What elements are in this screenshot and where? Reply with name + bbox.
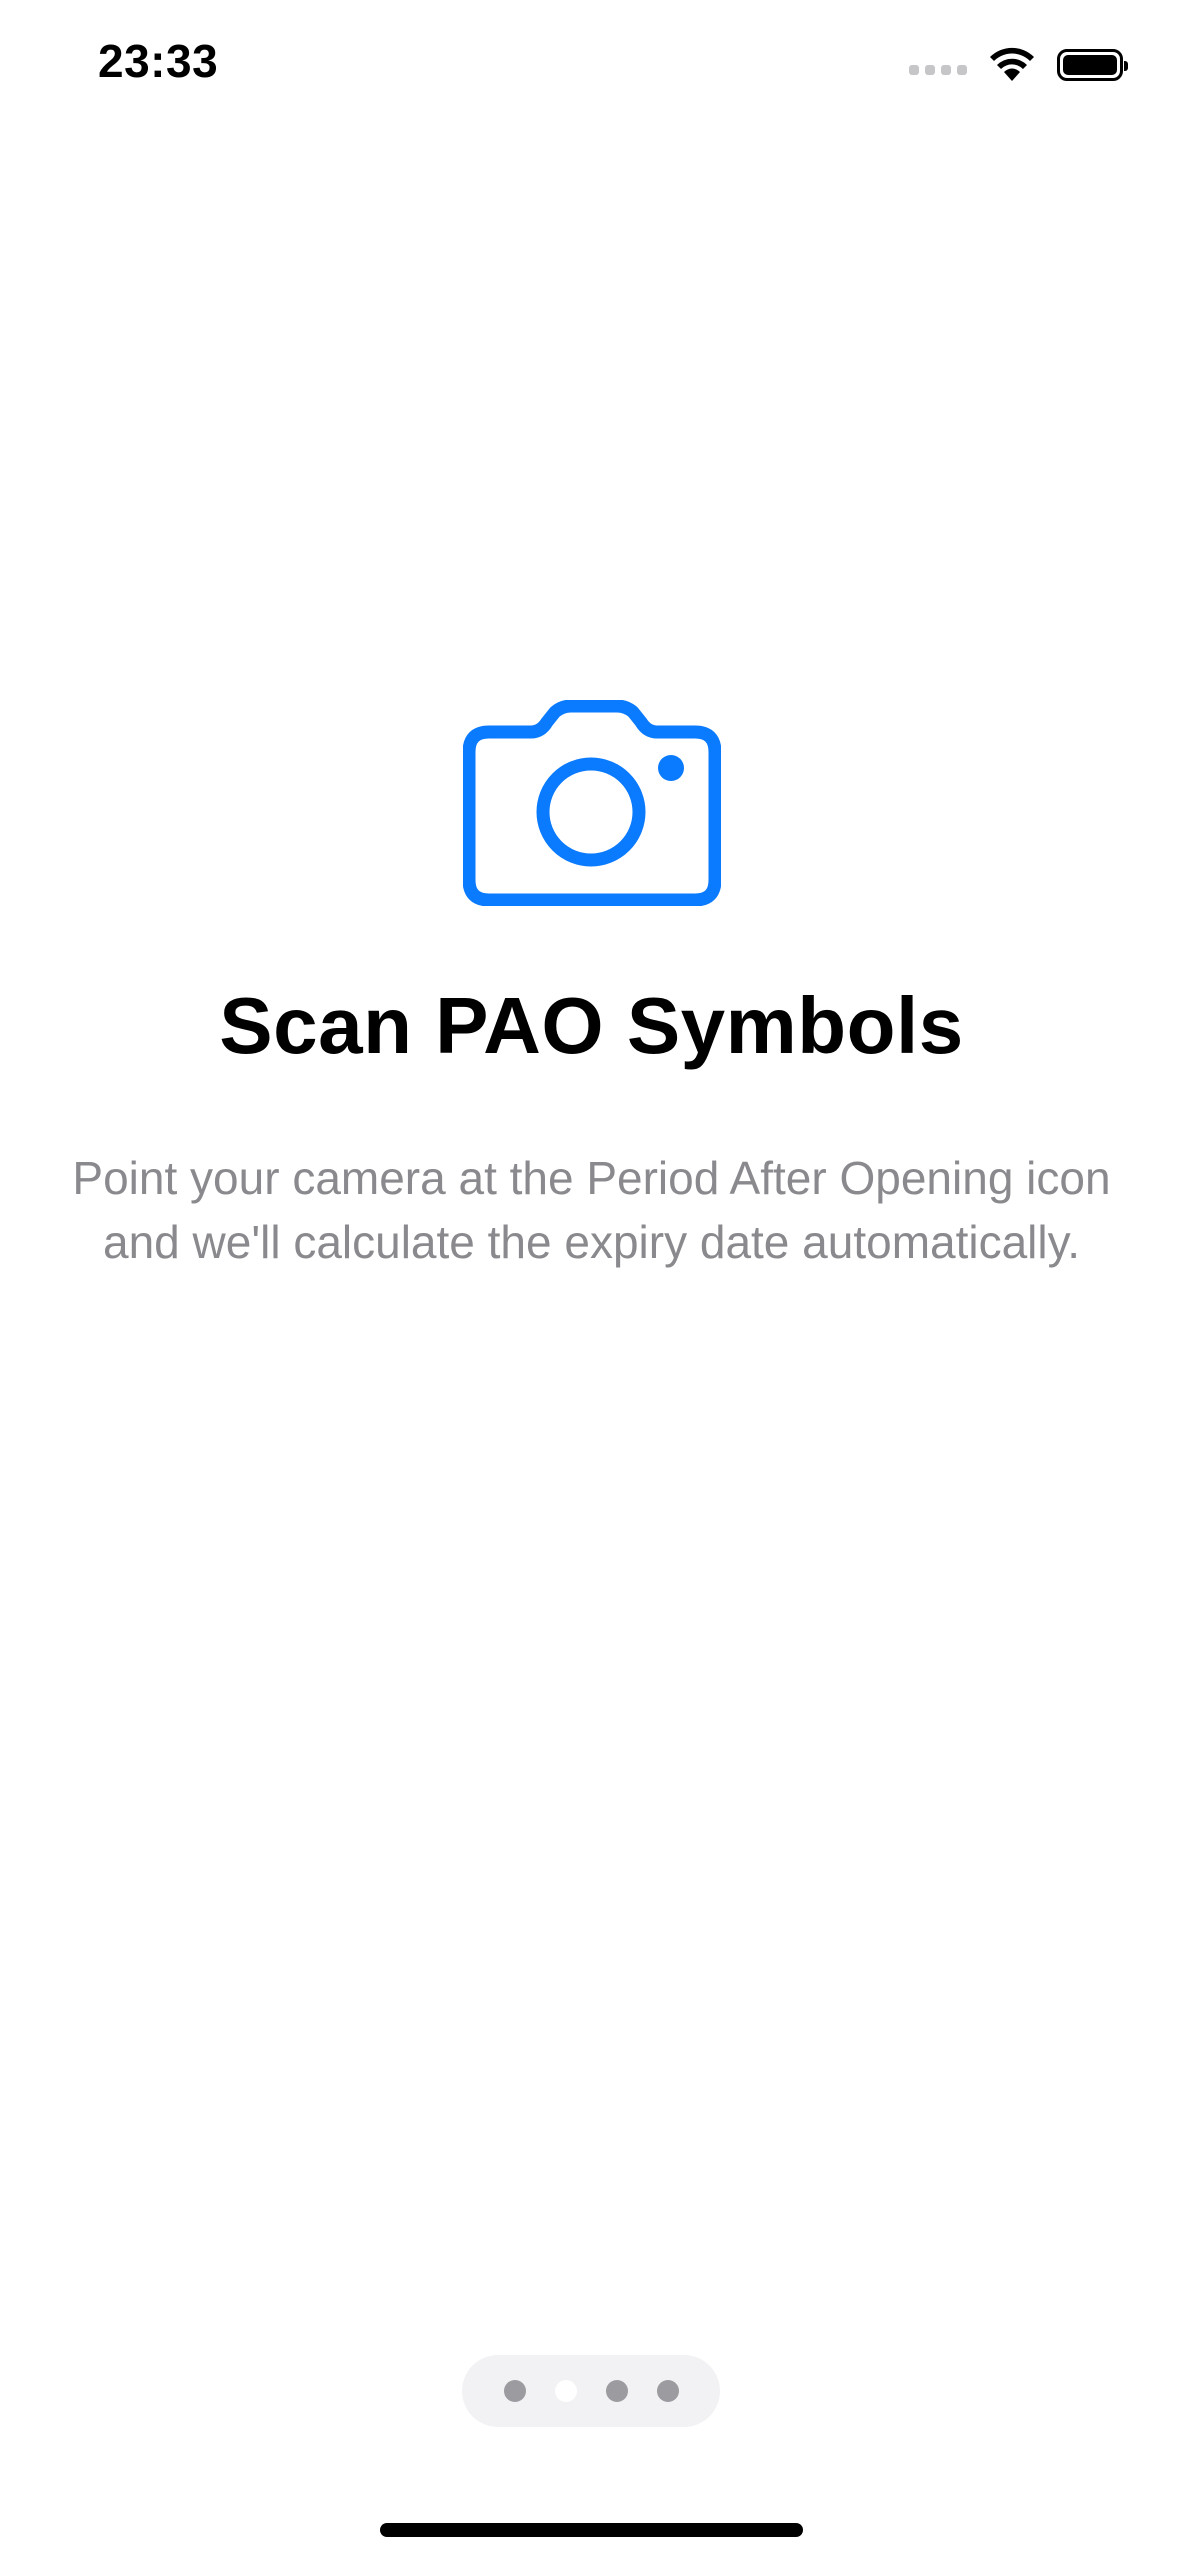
battery-icon — [1057, 49, 1128, 81]
onboarding-screen: 23:33 Scan PAO Symbols Point your camera… — [0, 0, 1183, 2560]
page-dot-1[interactable] — [503, 2380, 526, 2402]
home-indicator[interactable] — [380, 2523, 803, 2537]
page-dot-4[interactable] — [656, 2380, 679, 2402]
camera-icon — [463, 700, 721, 906]
page-dot-3[interactable] — [605, 2380, 628, 2402]
status-icons — [909, 40, 1128, 90]
page-indicator[interactable] — [462, 2355, 720, 2427]
onboarding-title: Scan PAO Symbols — [219, 981, 964, 1070]
onboarding-description: Point your camera at the Period After Op… — [72, 1152, 1111, 1268]
page-dot-2-current[interactable] — [554, 2380, 577, 2402]
signal-icon — [909, 65, 967, 75]
wifi-icon — [990, 47, 1034, 81]
status-time: 23:33 — [98, 35, 219, 87]
